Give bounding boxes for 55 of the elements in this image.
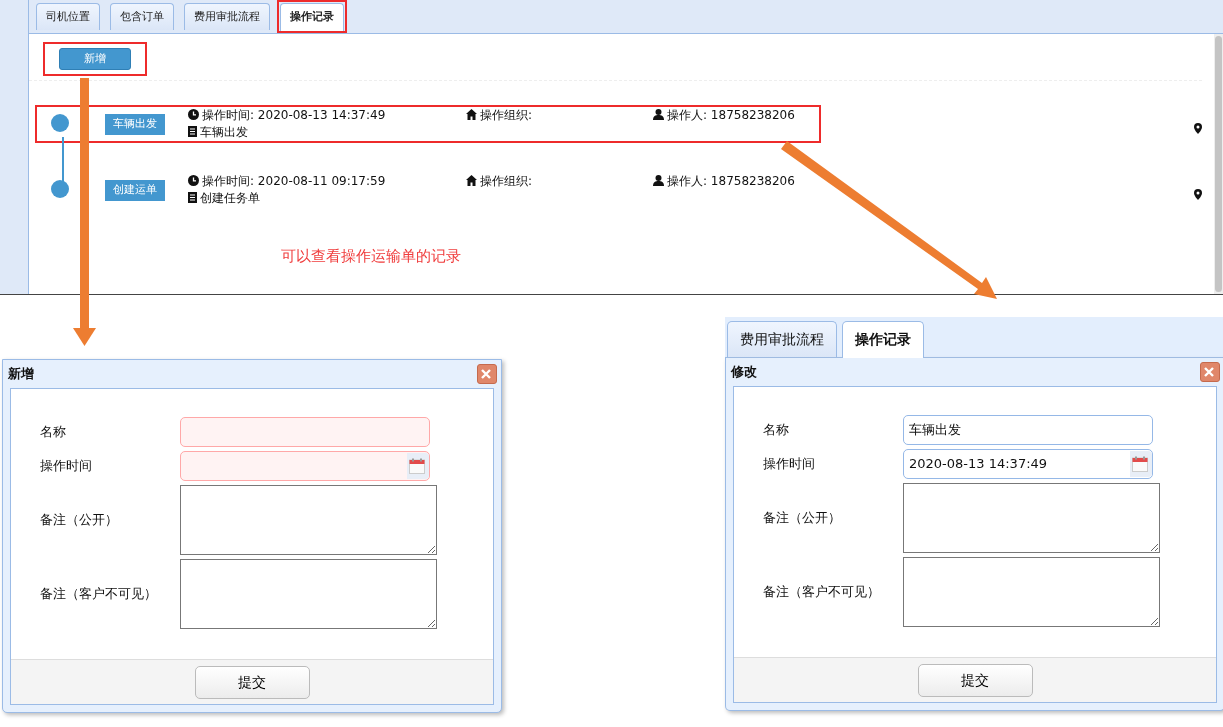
field-label: 名称 [763,421,790,440]
date-field[interactable] [180,451,430,481]
document-icon [188,192,197,203]
textarea-field[interactable] [903,557,1160,627]
field-label: 操作时间 [40,457,93,476]
person-icon [653,109,664,120]
calendar-icon [1131,456,1148,472]
record-remark: 车辆出发 [200,125,248,139]
field-label: 备注（公开） [763,509,842,528]
input-field[interactable] [180,417,430,447]
input-field[interactable]: 车辆出发 [903,415,1153,445]
close-icon [480,369,491,379]
date-field[interactable]: 2020-08-13 14:37:49 [903,449,1153,479]
tab[interactable]: 操作记录 [842,321,924,358]
dialog-title: 新增 [8,365,34,384]
home-icon [466,109,477,120]
home-icon [466,175,477,186]
field-label: 名称 [40,423,67,442]
annotation-text: 可以查看操作运输单的记录 [281,246,462,267]
timeline-dot [51,180,69,198]
record-tag: 创建运单 [105,180,165,201]
submit-button[interactable]: 提交 [917,664,1033,697]
person-icon [653,175,664,186]
timeline-dot [51,114,69,132]
operation-time: 操作时间: 2020-08-11 09:17:59 [202,174,386,188]
dialog-title: 修改 [731,363,757,382]
field-label: 备注（客户不可见） [40,585,158,604]
tab[interactable]: 费用审批流程 [184,2,270,30]
textarea-field[interactable] [180,485,437,555]
textarea-field[interactable] [903,483,1160,553]
operator: 操作人: 18758238206 [667,108,795,122]
operation-org: 操作组织: [480,108,533,122]
submit-button[interactable]: 提交 [194,666,310,699]
calendar-icon [408,458,425,474]
clock-icon [188,175,199,186]
close-icon [1203,367,1214,377]
tab[interactable]: 司机位置 [36,2,100,30]
clock-icon [188,109,199,120]
location-pin-icon[interactable] [1194,123,1202,134]
tab[interactable]: 费用审批流程 [727,321,837,357]
field-label: 备注（公开） [40,511,119,530]
close-button[interactable] [1200,362,1220,382]
operation-time: 操作时间: 2020-08-13 14:37:49 [202,108,386,122]
field-label: 备注（客户不可见） [763,583,881,602]
record-tag: 车辆出发 [105,114,165,135]
tab[interactable]: 操作记录 [280,2,344,31]
field-label: 操作时间 [763,455,816,474]
close-button[interactable] [477,364,497,384]
tab[interactable]: 包含订单 [110,2,174,30]
operation-org: 操作组织: [480,174,533,188]
operator: 操作人: 18758238206 [667,174,795,188]
record-remark: 创建任务单 [200,191,260,205]
document-icon [188,126,197,137]
textarea-field[interactable] [180,559,437,629]
location-pin-icon[interactable] [1194,189,1202,200]
